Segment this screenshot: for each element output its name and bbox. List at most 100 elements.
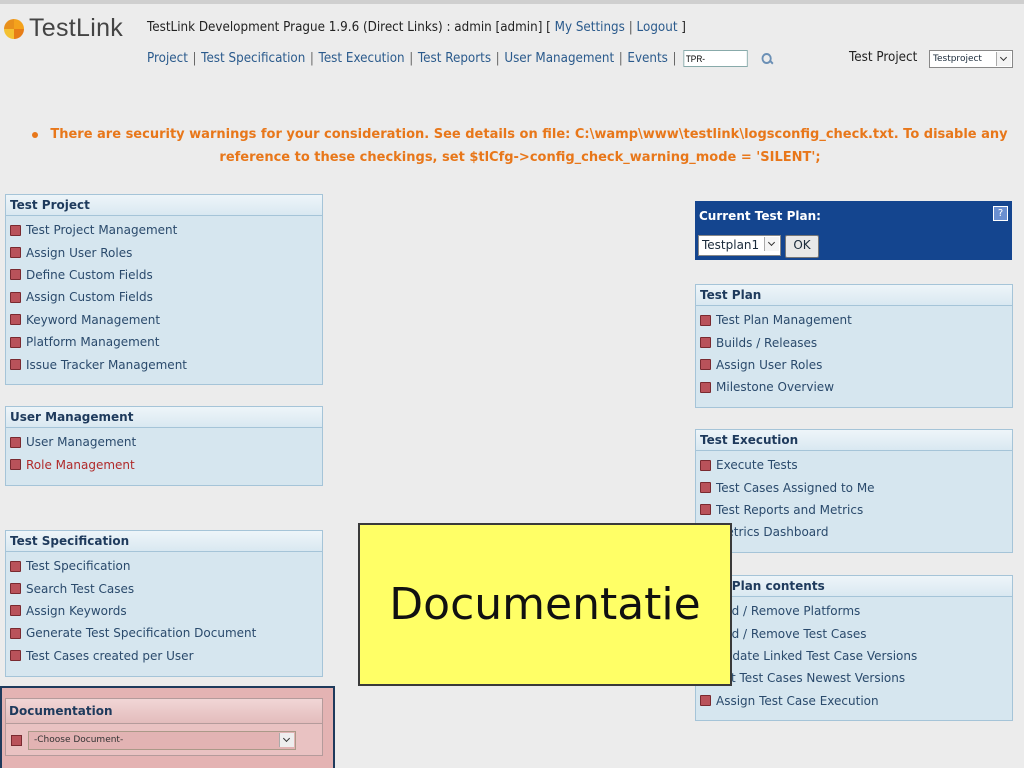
- help-icon[interactable]: ?: [993, 206, 1008, 221]
- square-bullet-icon: [10, 291, 21, 303]
- panel-title: User Management: [6, 407, 322, 428]
- square-bullet-icon: [700, 695, 711, 707]
- test-plan-panel: Test Plan Test Plan Management Builds / …: [695, 284, 1013, 408]
- menu-item[interactable]: Assign User Roles: [10, 241, 322, 263]
- test-plan-select[interactable]: Testplan1: [698, 235, 781, 256]
- menu-item[interactable]: Test Reports and Metrics: [700, 499, 1012, 521]
- menu-item[interactable]: Test Cases created per User: [10, 645, 322, 667]
- square-bullet-icon: [10, 247, 21, 259]
- title-main: TestLink Development Prague 1.9.6 (Direc…: [147, 20, 555, 35]
- logo-text: TestLink: [29, 14, 124, 42]
- test-execution-panel: Test Execution Execute Tests Test Cases …: [695, 429, 1013, 553]
- bullet-icon: [32, 131, 39, 138]
- menu-item[interactable]: Test Project Management: [10, 219, 322, 241]
- menu-item[interactable]: Metrics Dashboard: [700, 521, 1012, 543]
- menu-item[interactable]: Platform Management: [10, 331, 322, 353]
- panel-title: Test Plan contents: [696, 576, 1012, 597]
- chevron-down-icon: [279, 733, 294, 747]
- menu-item[interactable]: Add / Remove Test Cases: [700, 622, 1012, 644]
- header-title: TestLink Development Prague 1.9.6 (Direc…: [147, 20, 686, 35]
- documentatie-callout: Documentatie: [358, 523, 732, 686]
- documentation-panel: Documentation -Choose Document-: [5, 698, 323, 756]
- menu-item[interactable]: Builds / Releases: [700, 331, 1012, 353]
- menu-item[interactable]: User Management: [10, 431, 322, 453]
- main-menu: Project | Test Specification | Test Execut…: [147, 50, 773, 67]
- ok-button[interactable]: OK: [785, 235, 819, 258]
- test-project-select[interactable]: Testproject: [929, 50, 1013, 68]
- menu-item[interactable]: Milestone Overview: [700, 376, 1012, 398]
- menu-test-specification[interactable]: Test Specification: [201, 51, 305, 66]
- menu-item[interactable]: Assign Custom Fields: [10, 286, 322, 308]
- menu-item[interactable]: Test Specification: [10, 555, 322, 577]
- menu-item[interactable]: Define Custom Fields: [10, 264, 322, 286]
- square-bullet-icon: [700, 337, 711, 349]
- menu-item[interactable]: Keyword Management: [10, 309, 322, 331]
- menu-item[interactable]: Assign Test Case Execution: [700, 690, 1012, 712]
- square-bullet-icon: [700, 459, 711, 471]
- panel-title: Test Specification: [6, 531, 322, 552]
- panel-title: Test Project: [6, 195, 322, 216]
- document-select-value: -Choose Document-: [34, 735, 124, 745]
- chevron-down-icon: [996, 52, 1011, 66]
- current-test-plan-box: Current Test Plan: ? Testplan1 OK: [695, 201, 1012, 260]
- square-bullet-icon: [10, 605, 21, 617]
- security-warning-text: There are security warnings for your con…: [50, 127, 1008, 165]
- test-project-value: Testproject: [933, 54, 982, 64]
- testlink-logo[interactable]: TestLink: [4, 14, 123, 43]
- panel-title: Test Execution: [696, 430, 1012, 451]
- square-bullet-icon: [10, 627, 21, 639]
- square-bullet-icon: [700, 504, 711, 516]
- square-bullet-icon: [10, 359, 21, 371]
- menu-item[interactable]: Issue Tracker Management: [10, 353, 322, 375]
- menu-item[interactable]: Role Management: [10, 453, 322, 475]
- menu-item[interactable]: Execute Tests: [700, 454, 1012, 476]
- menu-test-execution[interactable]: Test Execution: [319, 51, 405, 66]
- square-bullet-icon: [10, 336, 21, 348]
- square-bullet-icon: [11, 735, 22, 746]
- test-plan-value: Testplan1: [702, 238, 760, 252]
- square-bullet-icon: [700, 314, 711, 326]
- menu-project[interactable]: Project: [147, 51, 188, 66]
- menu-item[interactable]: Assign User Roles: [700, 354, 1012, 376]
- menu-item[interactable]: Add / Remove Platforms: [700, 600, 1012, 622]
- test-project-label: Test Project: [849, 50, 918, 65]
- menu-item[interactable]: Test Cases Assigned to Me: [700, 476, 1012, 498]
- separator: |: [628, 20, 633, 35]
- user-management-panel: User Management User Management Role Man…: [5, 406, 323, 486]
- test-project-panel: Test Project Test Project Management Ass…: [5, 194, 323, 385]
- menu-user-management[interactable]: User Management: [504, 51, 614, 66]
- square-bullet-icon: [10, 269, 21, 281]
- test-case-id-input[interactable]: [682, 50, 748, 67]
- my-settings-link[interactable]: My Settings: [555, 20, 625, 35]
- title-close: ]: [677, 20, 686, 35]
- chevron-down-icon: [764, 237, 779, 251]
- panel-title: Test Plan: [696, 285, 1012, 306]
- panel-title: Documentation: [6, 699, 322, 724]
- menu-test-reports[interactable]: Test Reports: [418, 51, 491, 66]
- search-icon[interactable]: [760, 52, 773, 66]
- logout-link[interactable]: Logout: [637, 20, 678, 35]
- test-specification-panel: Test Specification Test Specification Se…: [5, 530, 323, 677]
- top-bar: [0, 0, 1024, 4]
- test-plan-contents-panel: Test Plan contents Add / Remove Platform…: [695, 575, 1013, 721]
- menu-item[interactable]: Search Test Cases: [10, 577, 322, 599]
- current-plan-label: Current Test Plan:: [699, 209, 821, 223]
- menu-item[interactable]: Update Linked Test Case Versions: [700, 645, 1012, 667]
- square-bullet-icon: [700, 381, 711, 393]
- menu-item[interactable]: Test Plan Management: [700, 309, 1012, 331]
- square-bullet-icon: [700, 482, 711, 494]
- square-bullet-icon: [10, 650, 21, 662]
- menu-item[interactable]: Assign Keywords: [10, 600, 322, 622]
- menu-events[interactable]: Events: [627, 51, 667, 66]
- square-bullet-icon: [10, 224, 21, 236]
- menu-item[interactable]: Set Test Cases Newest Versions: [700, 667, 1012, 689]
- square-bullet-icon: [10, 436, 21, 448]
- square-bullet-icon: [10, 560, 21, 572]
- square-bullet-icon: [10, 459, 21, 471]
- security-warning: There are security warnings for your con…: [20, 123, 1020, 169]
- testlink-leaf-icon: [4, 18, 24, 39]
- square-bullet-icon: [700, 359, 711, 371]
- square-bullet-icon: [10, 314, 21, 326]
- document-select[interactable]: -Choose Document-: [28, 731, 296, 750]
- menu-item[interactable]: Generate Test Specification Document: [10, 622, 322, 644]
